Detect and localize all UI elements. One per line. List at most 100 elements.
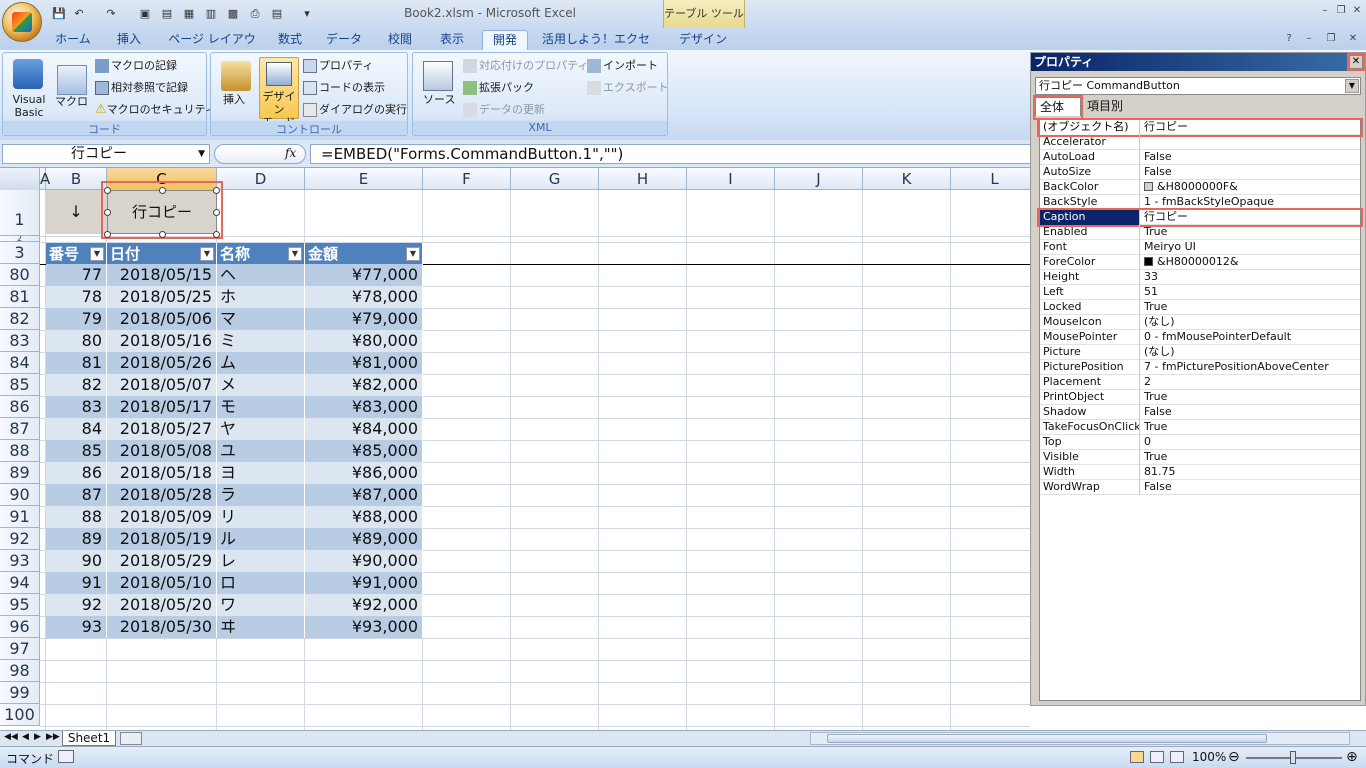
source-button[interactable]: ソース: [423, 93, 455, 106]
resize-handle[interactable]: [104, 209, 111, 216]
col-header-g[interactable]: G: [511, 168, 599, 190]
table-cell-name[interactable]: ル: [217, 528, 305, 550]
property-value[interactable]: False: [1142, 165, 1358, 180]
table-cell-name[interactable]: ユ: [217, 440, 305, 462]
property-value[interactable]: False: [1142, 150, 1358, 165]
filter-dropdown-icon[interactable]: ▼: [406, 247, 420, 261]
fx-icon[interactable]: fx: [285, 146, 296, 160]
property-row[interactable]: TakeFocusOnClick True: [1040, 420, 1360, 435]
table-cell-no[interactable]: 80: [46, 330, 107, 352]
table-cell-name[interactable]: ヤ: [217, 418, 305, 440]
row-header[interactable]: 94: [0, 572, 40, 594]
table-cell-no[interactable]: 92: [46, 594, 107, 616]
row-header[interactable]: 96: [0, 616, 40, 638]
table-cell-date[interactable]: 2018/05/18: [107, 462, 217, 484]
table-cell-date[interactable]: 2018/05/27: [107, 418, 217, 440]
property-row[interactable]: ForeColor &H80000012&: [1040, 255, 1360, 270]
tab-view[interactable]: 表示: [430, 30, 474, 50]
customize-qat-icon[interactable]: ▾: [300, 6, 314, 22]
table-cell-no[interactable]: 77: [46, 264, 107, 286]
table-cell-date[interactable]: 2018/05/09: [107, 506, 217, 528]
horizontal-scrollbar[interactable]: [810, 732, 1350, 745]
page-layout-view-icon[interactable]: [1150, 751, 1164, 763]
table-cell-no[interactable]: 88: [46, 506, 107, 528]
table-cell-date[interactable]: 2018/05/19: [107, 528, 217, 550]
ribbon-minimize-icon[interactable]: –: [1302, 32, 1316, 46]
borders-icon[interactable]: ▥: [204, 6, 218, 22]
zoom-in-icon[interactable]: ⊕: [1346, 749, 1358, 765]
table-cell-name[interactable]: ミ: [217, 330, 305, 352]
col-header-f[interactable]: F: [423, 168, 511, 190]
table-cell-no[interactable]: 84: [46, 418, 107, 440]
table-cell-name[interactable]: ワ: [217, 594, 305, 616]
table-cell-amount[interactable]: ¥77,000: [305, 264, 423, 286]
undo-icon[interactable]: ↶: [72, 6, 86, 22]
table-cell-amount[interactable]: ¥80,000: [305, 330, 423, 352]
property-value[interactable]: Meiryo UI: [1142, 240, 1358, 255]
insert-row-icon[interactable]: ▦: [182, 6, 196, 22]
property-value[interactable]: True: [1142, 420, 1358, 435]
office-button[interactable]: [2, 2, 42, 42]
property-row[interactable]: Placement 2: [1040, 375, 1360, 390]
row-header[interactable]: 87: [0, 418, 40, 440]
macro-security-button[interactable]: ⚠マクロのセキュリティ: [95, 103, 216, 116]
col-header-b[interactable]: B: [46, 168, 107, 190]
resize-handle[interactable]: [104, 187, 111, 194]
table-cell-amount[interactable]: ¥86,000: [305, 462, 423, 484]
property-value[interactable]: True: [1142, 300, 1358, 315]
property-row[interactable]: AutoLoad False: [1040, 150, 1360, 165]
table-cell-name[interactable]: ヘ: [217, 264, 305, 286]
tab-insert[interactable]: 挿入: [106, 30, 152, 50]
table-cell-no[interactable]: 81: [46, 352, 107, 374]
first-sheet-icon[interactable]: ◀◀: [4, 732, 18, 742]
property-row[interactable]: Height 33: [1040, 270, 1360, 285]
col-header-e[interactable]: E: [305, 168, 423, 190]
minimize-icon[interactable]: –: [1318, 4, 1332, 18]
table-cell-date[interactable]: 2018/05/26: [107, 352, 217, 374]
arrow-down-button[interactable]: ↓: [46, 190, 106, 234]
record-macro-button[interactable]: マクロの記録: [95, 59, 177, 73]
row-header-99[interactable]: 99: [0, 682, 40, 704]
object-select[interactable]: 行コピー CommandButton ▼: [1035, 77, 1361, 95]
table-cell-date[interactable]: 2018/05/20: [107, 594, 217, 616]
property-row[interactable]: Top 0: [1040, 435, 1360, 450]
insert-sheet-icon[interactable]: [120, 732, 142, 745]
resize-handle[interactable]: [104, 231, 111, 238]
tab-review[interactable]: 校閲: [378, 30, 422, 50]
table-cell-date[interactable]: 2018/05/29: [107, 550, 217, 572]
property-value[interactable]: 7 - fmPicturePositionAboveCenter: [1142, 360, 1358, 375]
property-row[interactable]: MouseIcon (なし): [1040, 315, 1360, 330]
tab-page-layout[interactable]: ページ レイアウト: [164, 30, 260, 64]
property-row[interactable]: AutoSize False: [1040, 165, 1360, 180]
ribbon-restore-icon[interactable]: ❐: [1324, 32, 1338, 46]
row-header-98[interactable]: 98: [0, 660, 40, 682]
table-cell-amount[interactable]: ¥81,000: [305, 352, 423, 374]
property-value[interactable]: True: [1142, 390, 1358, 405]
resize-handle[interactable]: [159, 187, 166, 194]
next-sheet-icon[interactable]: ▶: [34, 732, 41, 742]
property-value[interactable]: [1142, 135, 1358, 150]
chevron-down-icon[interactable]: ▼: [1345, 79, 1359, 93]
table-cell-date[interactable]: 2018/05/16: [107, 330, 217, 352]
property-value[interactable]: True: [1142, 450, 1358, 465]
insert-control-button[interactable]: 挿入: [223, 93, 245, 106]
macro-button[interactable]: マクロ: [55, 95, 88, 108]
property-value[interactable]: 51: [1142, 285, 1358, 300]
row-header-100[interactable]: 100: [0, 704, 40, 726]
table-cell-no[interactable]: 83: [46, 396, 107, 418]
design-mode-button[interactable]: デザイン モード: [259, 57, 299, 129]
table-cell-amount[interactable]: ¥91,000: [305, 572, 423, 594]
col-header-j[interactable]: J: [775, 168, 863, 190]
property-row[interactable]: Picture (なし): [1040, 345, 1360, 360]
table-cell-name[interactable]: ホ: [217, 286, 305, 308]
close-window-icon[interactable]: ✕: [1350, 4, 1364, 18]
table-cell-no[interactable]: 86: [46, 462, 107, 484]
table-cell-name[interactable]: メ: [217, 374, 305, 396]
property-value[interactable]: 81.75: [1142, 465, 1358, 480]
form-icon[interactable]: ▤: [270, 6, 284, 22]
table-cell-name[interactable]: ヨ: [217, 462, 305, 484]
property-value[interactable]: 2: [1142, 375, 1358, 390]
table-cell-name[interactable]: ヰ: [217, 616, 305, 638]
table-cell-amount[interactable]: ¥90,000: [305, 550, 423, 572]
table-cell-date[interactable]: 2018/05/17: [107, 396, 217, 418]
